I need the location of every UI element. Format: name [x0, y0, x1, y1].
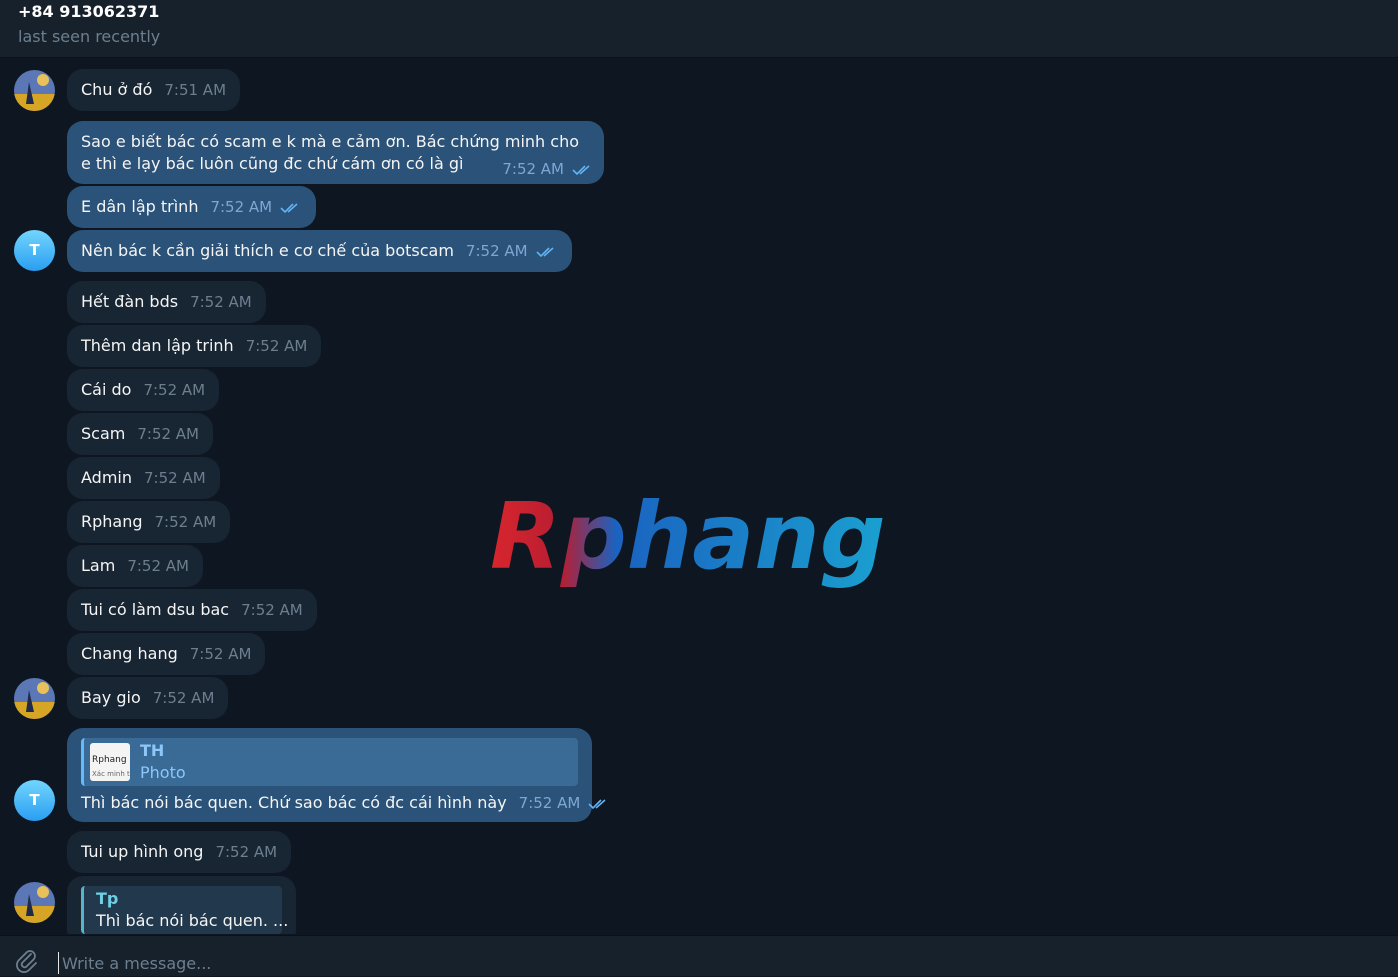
- message-time: 7:52 AM: [465, 242, 528, 260]
- message-text: Tui up hình ong: [81, 842, 204, 861]
- message-bubble[interactable]: Nên bác k cần giải thích e cơ chế của bo…: [67, 230, 572, 272]
- message-text: Chu ở đó: [81, 80, 153, 99]
- message-bubble[interactable]: Lam 7:52 AM: [67, 545, 203, 587]
- message-bubble[interactable]: Cái do 7:52 AM: [67, 369, 220, 411]
- contact-avatar[interactable]: [14, 882, 55, 923]
- message-time: 7:52 AM: [137, 425, 199, 443]
- message-bubble[interactable]: Chu ở đó 7:51 AM: [67, 69, 241, 111]
- reply-preview[interactable]: Tp Thì bác nói bác quen. ...: [81, 886, 288, 934]
- message-text: Scam: [81, 424, 126, 443]
- reply-author: Tp: [96, 889, 119, 908]
- text-cursor: [58, 952, 59, 974]
- message-time: 7:52 AM: [127, 557, 189, 575]
- message-time: 7:52 AM: [241, 601, 303, 619]
- message-time: 7:51 AM: [164, 81, 227, 99]
- reply-author: TH: [140, 741, 165, 760]
- double-check-icon: [588, 798, 606, 809]
- message-bubble[interactable]: E dân lập trình 7:52 AM: [67, 186, 317, 228]
- message-bubble[interactable]: Rphang 7:52 AM: [67, 501, 231, 543]
- message-text: E dân lập trình: [81, 197, 199, 216]
- message-input[interactable]: [60, 949, 1364, 977]
- contact-name[interactable]: +84 913062371: [18, 2, 159, 21]
- message-time: 7:52 AM: [143, 381, 206, 399]
- message-bubble[interactable]: Tui up hình ong 7:52 AM: [67, 831, 292, 873]
- message-time: 7:52 AM: [152, 689, 215, 707]
- message-time: 7:52 AM: [215, 843, 278, 861]
- watermark-text: Rphang: [490, 488, 886, 590]
- message-text: Cái do: [81, 380, 132, 399]
- paperclip-icon[interactable]: [14, 948, 40, 974]
- thumbnail-subtitle: Xác minh t: [92, 770, 130, 778]
- photo-thumbnail: Rphang Xá Xác minh t: [90, 743, 130, 781]
- message-text: Rphang: [81, 512, 143, 531]
- message-time: 7:52 AM: [144, 469, 206, 487]
- message-text: Chang hang: [81, 644, 178, 663]
- message-text: Bay gio: [81, 688, 141, 707]
- reply-type: Photo: [140, 763, 186, 782]
- reply-text: Thì bác nói bác quen. ...: [96, 911, 289, 930]
- message-text: Thì bác nói bác quen. Chứ sao bác có đc …: [81, 793, 507, 812]
- double-check-icon: [536, 246, 554, 257]
- message-bubble[interactable]: Tp Thì bác nói bác quen. ...: [67, 876, 296, 934]
- contact-avatar[interactable]: [14, 70, 55, 111]
- message-bubble[interactable]: Thêm dan lập trinh 7:52 AM: [67, 325, 322, 367]
- message-bubble[interactable]: Sao e biết bác có scam e k mà e cảm ơn. …: [67, 121, 604, 184]
- message-bubble[interactable]: Bay gio 7:52 AM: [67, 677, 229, 719]
- chat-header[interactable]: +84 913062371 last seen recently: [0, 0, 1398, 58]
- message-text: Lam: [81, 556, 116, 575]
- message-bubble[interactable]: Hết đàn bds 7:52 AM: [67, 281, 266, 323]
- composer[interactable]: [0, 935, 1398, 977]
- message-bubble[interactable]: Admin 7:52 AM: [67, 457, 220, 499]
- message-meta: 7:52 AM: [490, 158, 594, 180]
- message-text: Nên bác k cần giải thích e cơ chế của bo…: [81, 241, 454, 260]
- message-bubble[interactable]: Rphang Xá Xác minh t TH Photo Thì bác nó…: [67, 728, 606, 822]
- watermark-logo: Rphang: [490, 483, 910, 602]
- message-time: 7:52 AM: [190, 293, 252, 311]
- double-check-icon: [280, 202, 298, 213]
- contact-status: last seen recently: [18, 27, 161, 46]
- message-text: Tui có làm dsu bac: [81, 600, 230, 619]
- message-bubble[interactable]: Chang hang 7:52 AM: [67, 633, 266, 675]
- message-time: 7:52 AM: [518, 794, 581, 812]
- message-time: 7:52 AM: [154, 513, 217, 531]
- contact-avatar[interactable]: [14, 678, 55, 719]
- message-time: 7:52 AM: [189, 645, 252, 663]
- user-avatar[interactable]: T: [14, 780, 55, 821]
- message-text: Thêm dan lập trinh: [81, 336, 234, 355]
- double-check-icon: [572, 164, 590, 175]
- message-time: 7:52 AM: [245, 337, 308, 355]
- reply-preview[interactable]: Rphang Xá Xác minh t TH Photo: [81, 738, 578, 786]
- message-text: Admin: [81, 468, 132, 487]
- message-text: Hết đàn bds: [81, 292, 179, 311]
- user-avatar[interactable]: T: [14, 230, 55, 271]
- message-time: 7:52 AM: [502, 160, 564, 178]
- message-time: 7:52 AM: [210, 198, 273, 216]
- message-bubble[interactable]: Scam 7:52 AM: [67, 413, 213, 455]
- message-bubble[interactable]: Tui có làm dsu bac 7:52 AM: [67, 589, 317, 631]
- message-list[interactable]: Chu ở đó 7:51 AM Sao e biết bác có scam e…: [0, 58, 1398, 934]
